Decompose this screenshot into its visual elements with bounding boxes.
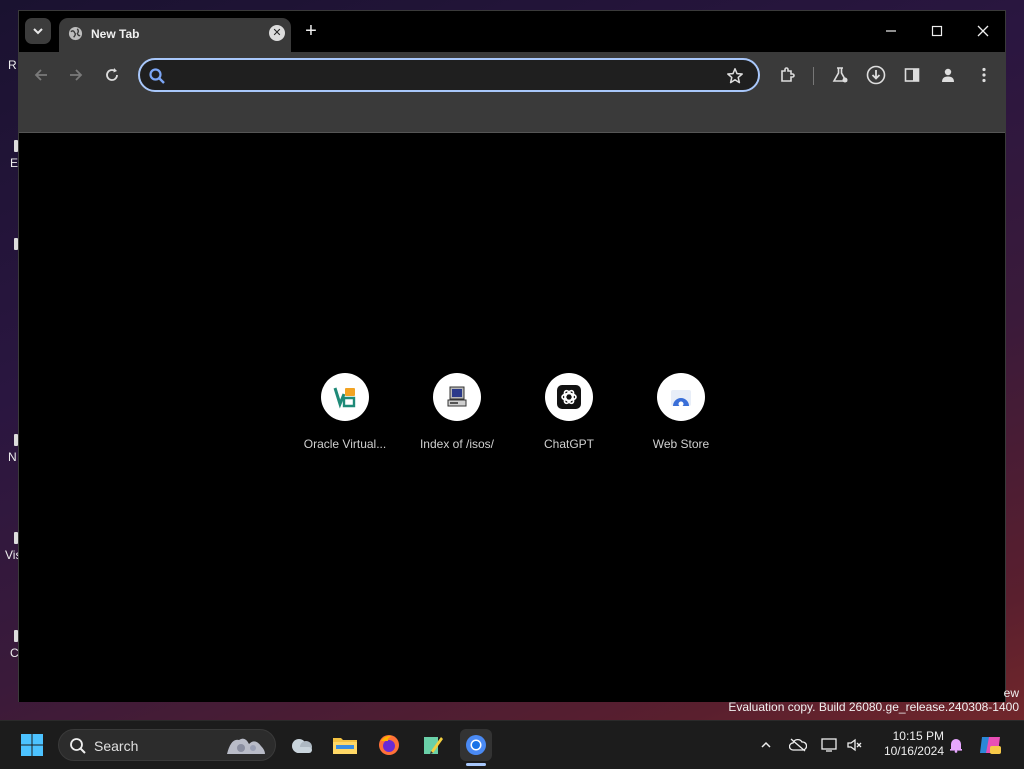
flask-icon <box>832 67 848 83</box>
start-button[interactable] <box>16 729 48 761</box>
shortcut-icon-wrapper <box>433 373 481 421</box>
star-icon[interactable] <box>726 67 744 85</box>
active-app-indicator <box>466 763 486 766</box>
omnibox[interactable] <box>138 58 760 92</box>
taskbar-app-notepad[interactable] <box>417 729 449 761</box>
arrow-right-icon <box>70 69 83 81</box>
more-vert-icon <box>982 67 986 83</box>
reload-button[interactable] <box>99 62 125 88</box>
tab-new-tab[interactable]: New Tab ✕ <box>59 18 291 52</box>
taskbar-app-firefox[interactable] <box>373 729 405 761</box>
cloud-icon <box>292 739 312 753</box>
profile-button[interactable] <box>935 62 961 88</box>
tab-search-button[interactable] <box>25 18 51 44</box>
desktop-label: N <box>8 450 17 464</box>
shortcut-label: ChatGPT <box>543 437 594 451</box>
shortcut-icon-wrapper <box>321 373 369 421</box>
virtualbox-icon <box>333 387 356 409</box>
desktop-label: R <box>8 58 17 72</box>
omnibox-input[interactable] <box>174 65 718 87</box>
taskbar-clock[interactable]: 10:15 PM 10/16/2024 <box>876 729 944 759</box>
minimize-icon <box>886 30 896 32</box>
back-button[interactable] <box>28 62 54 88</box>
menu-button[interactable] <box>971 62 997 88</box>
shortcut-icon-wrapper <box>657 373 705 421</box>
extensions-button[interactable] <box>775 62 801 88</box>
toolbar <box>19 52 1005 133</box>
pen-icon <box>424 737 443 754</box>
taskbar: Search 10:15 PM 10/16/2024 <box>0 720 1024 769</box>
new-tab-button[interactable]: + <box>301 20 321 42</box>
puzzle-icon <box>781 67 795 82</box>
taskbar-app-file-explorer[interactable] <box>329 729 361 761</box>
title-bar: New Tab ✕ + <box>19 11 1005 52</box>
folder-icon <box>333 738 357 754</box>
taskbar-app-weather[interactable] <box>286 729 318 761</box>
new-tab-page: Oracle Virtual... Index of /isos/ ChatGP… <box>19 133 1005 702</box>
side-panel-button[interactable] <box>899 62 925 88</box>
download-icon <box>866 65 886 85</box>
evaluation-watermark: Evaluation copy. Build 26080.ge_release.… <box>728 700 1019 714</box>
notifications-button[interactable] <box>944 733 968 757</box>
firefox-icon <box>379 735 399 755</box>
cloud-offline-icon <box>789 738 807 752</box>
labs-button[interactable] <box>827 62 853 88</box>
network-tray-icon[interactable] <box>818 733 842 757</box>
copilot-icon <box>980 737 1001 754</box>
windows-logo-icon <box>21 734 43 756</box>
maximize-icon <box>931 25 943 37</box>
close-tab-icon[interactable]: ✕ <box>269 25 285 41</box>
shortcut-label: Oracle Virtual... <box>303 437 387 451</box>
arrow-left-icon <box>34 69 47 81</box>
search-icon <box>70 738 86 754</box>
minimize-button[interactable] <box>877 19 905 43</box>
shortcut-icon-wrapper <box>545 373 593 421</box>
onedrive-tray-icon[interactable] <box>786 733 810 757</box>
clock-date: 10/16/2024 <box>883 744 944 758</box>
bell-icon <box>950 739 962 753</box>
globe-icon <box>68 26 83 41</box>
taskbar-app-chrome[interactable] <box>460 729 492 761</box>
close-window-button[interactable] <box>969 19 997 43</box>
forward-button[interactable] <box>63 62 89 88</box>
watermark-fragment: ew <box>1003 686 1019 700</box>
shortcut-label: Web Store <box>652 437 710 451</box>
chrome-icon <box>466 735 486 755</box>
chevron-up-icon <box>761 741 771 748</box>
taskbar-search-label: Search <box>94 738 139 754</box>
shortcut-tile[interactable]: Web Store <box>625 373 737 451</box>
close-icon <box>977 25 989 37</box>
desktop-label: E <box>10 156 19 170</box>
search-highlight-icon <box>227 738 265 754</box>
copilot-button[interactable] <box>978 733 1002 757</box>
volume-muted-icon <box>847 738 862 752</box>
tab-title: New Tab <box>91 27 140 41</box>
search-icon <box>149 68 165 84</box>
shortcut-tile[interactable]: ChatGPT <box>513 373 625 451</box>
volume-tray-icon[interactable] <box>843 733 867 757</box>
shortcut-tile[interactable]: Oracle Virtual... <box>289 373 401 451</box>
side-panel-icon <box>904 68 920 82</box>
downloads-button[interactable] <box>863 62 889 88</box>
toolbar-separator <box>813 67 814 85</box>
reload-icon <box>106 68 118 81</box>
webstore-icon <box>671 390 691 407</box>
clock-time: 10:15 PM <box>892 729 944 743</box>
shortcut-label: Index of /isos/ <box>419 437 495 451</box>
person-icon <box>942 68 954 82</box>
shortcut-tile[interactable]: Index of /isos/ <box>401 373 513 451</box>
show-hidden-icons-button[interactable] <box>754 733 778 757</box>
browser-window: New Tab ✕ + Oracle Virtual... Index of /… <box>18 10 1006 702</box>
maximize-button[interactable] <box>923 19 951 43</box>
computer-icon <box>447 386 467 407</box>
chevron-down-icon <box>33 28 43 35</box>
chatgpt-icon <box>557 385 581 409</box>
taskbar-search[interactable]: Search <box>58 729 276 761</box>
network-icon <box>821 738 837 752</box>
